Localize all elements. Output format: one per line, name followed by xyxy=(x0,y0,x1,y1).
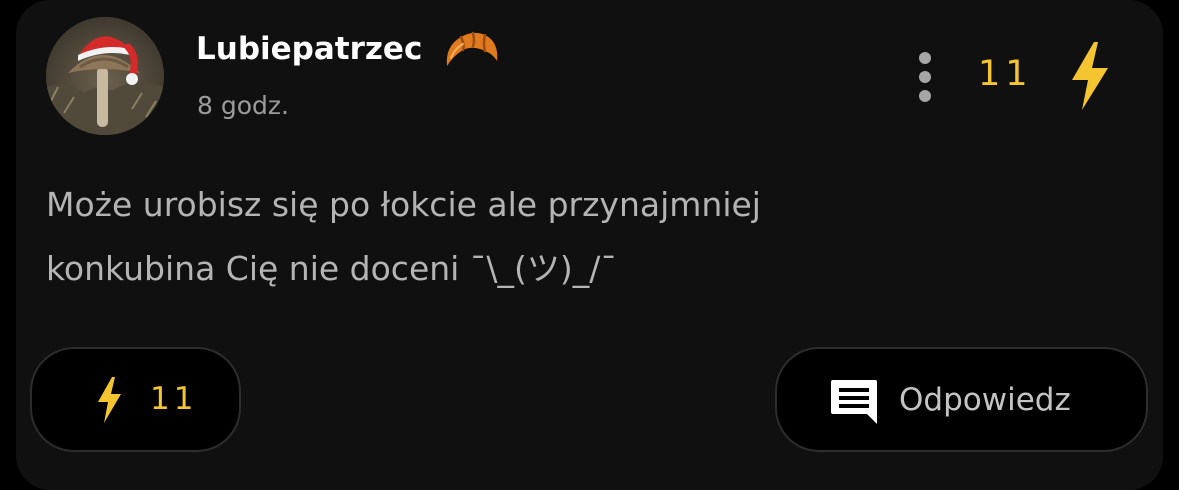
author-name[interactable]: Lubiepatrzec xyxy=(196,27,422,71)
avatar[interactable] xyxy=(46,17,164,135)
comment-text: Może urobisz się po łokcie ale przynajmn… xyxy=(46,185,761,288)
reply-label: Odpowiedz xyxy=(899,382,1071,418)
mushroom-santa-photo xyxy=(46,17,164,135)
post-time: 8 godz. xyxy=(197,91,289,120)
vote-count: 11 xyxy=(978,54,1033,94)
plus-count: 11 xyxy=(150,381,198,417)
plus-button[interactable]: 11 xyxy=(30,347,241,452)
lightning-bolt-icon xyxy=(98,377,121,423)
comment-icon xyxy=(831,380,877,424)
more-vertical-icon[interactable] xyxy=(906,48,944,106)
croissant-icon xyxy=(446,31,498,66)
lightning-bolt-icon[interactable] xyxy=(1066,40,1112,112)
reply-button[interactable]: Odpowiedz xyxy=(775,347,1148,452)
